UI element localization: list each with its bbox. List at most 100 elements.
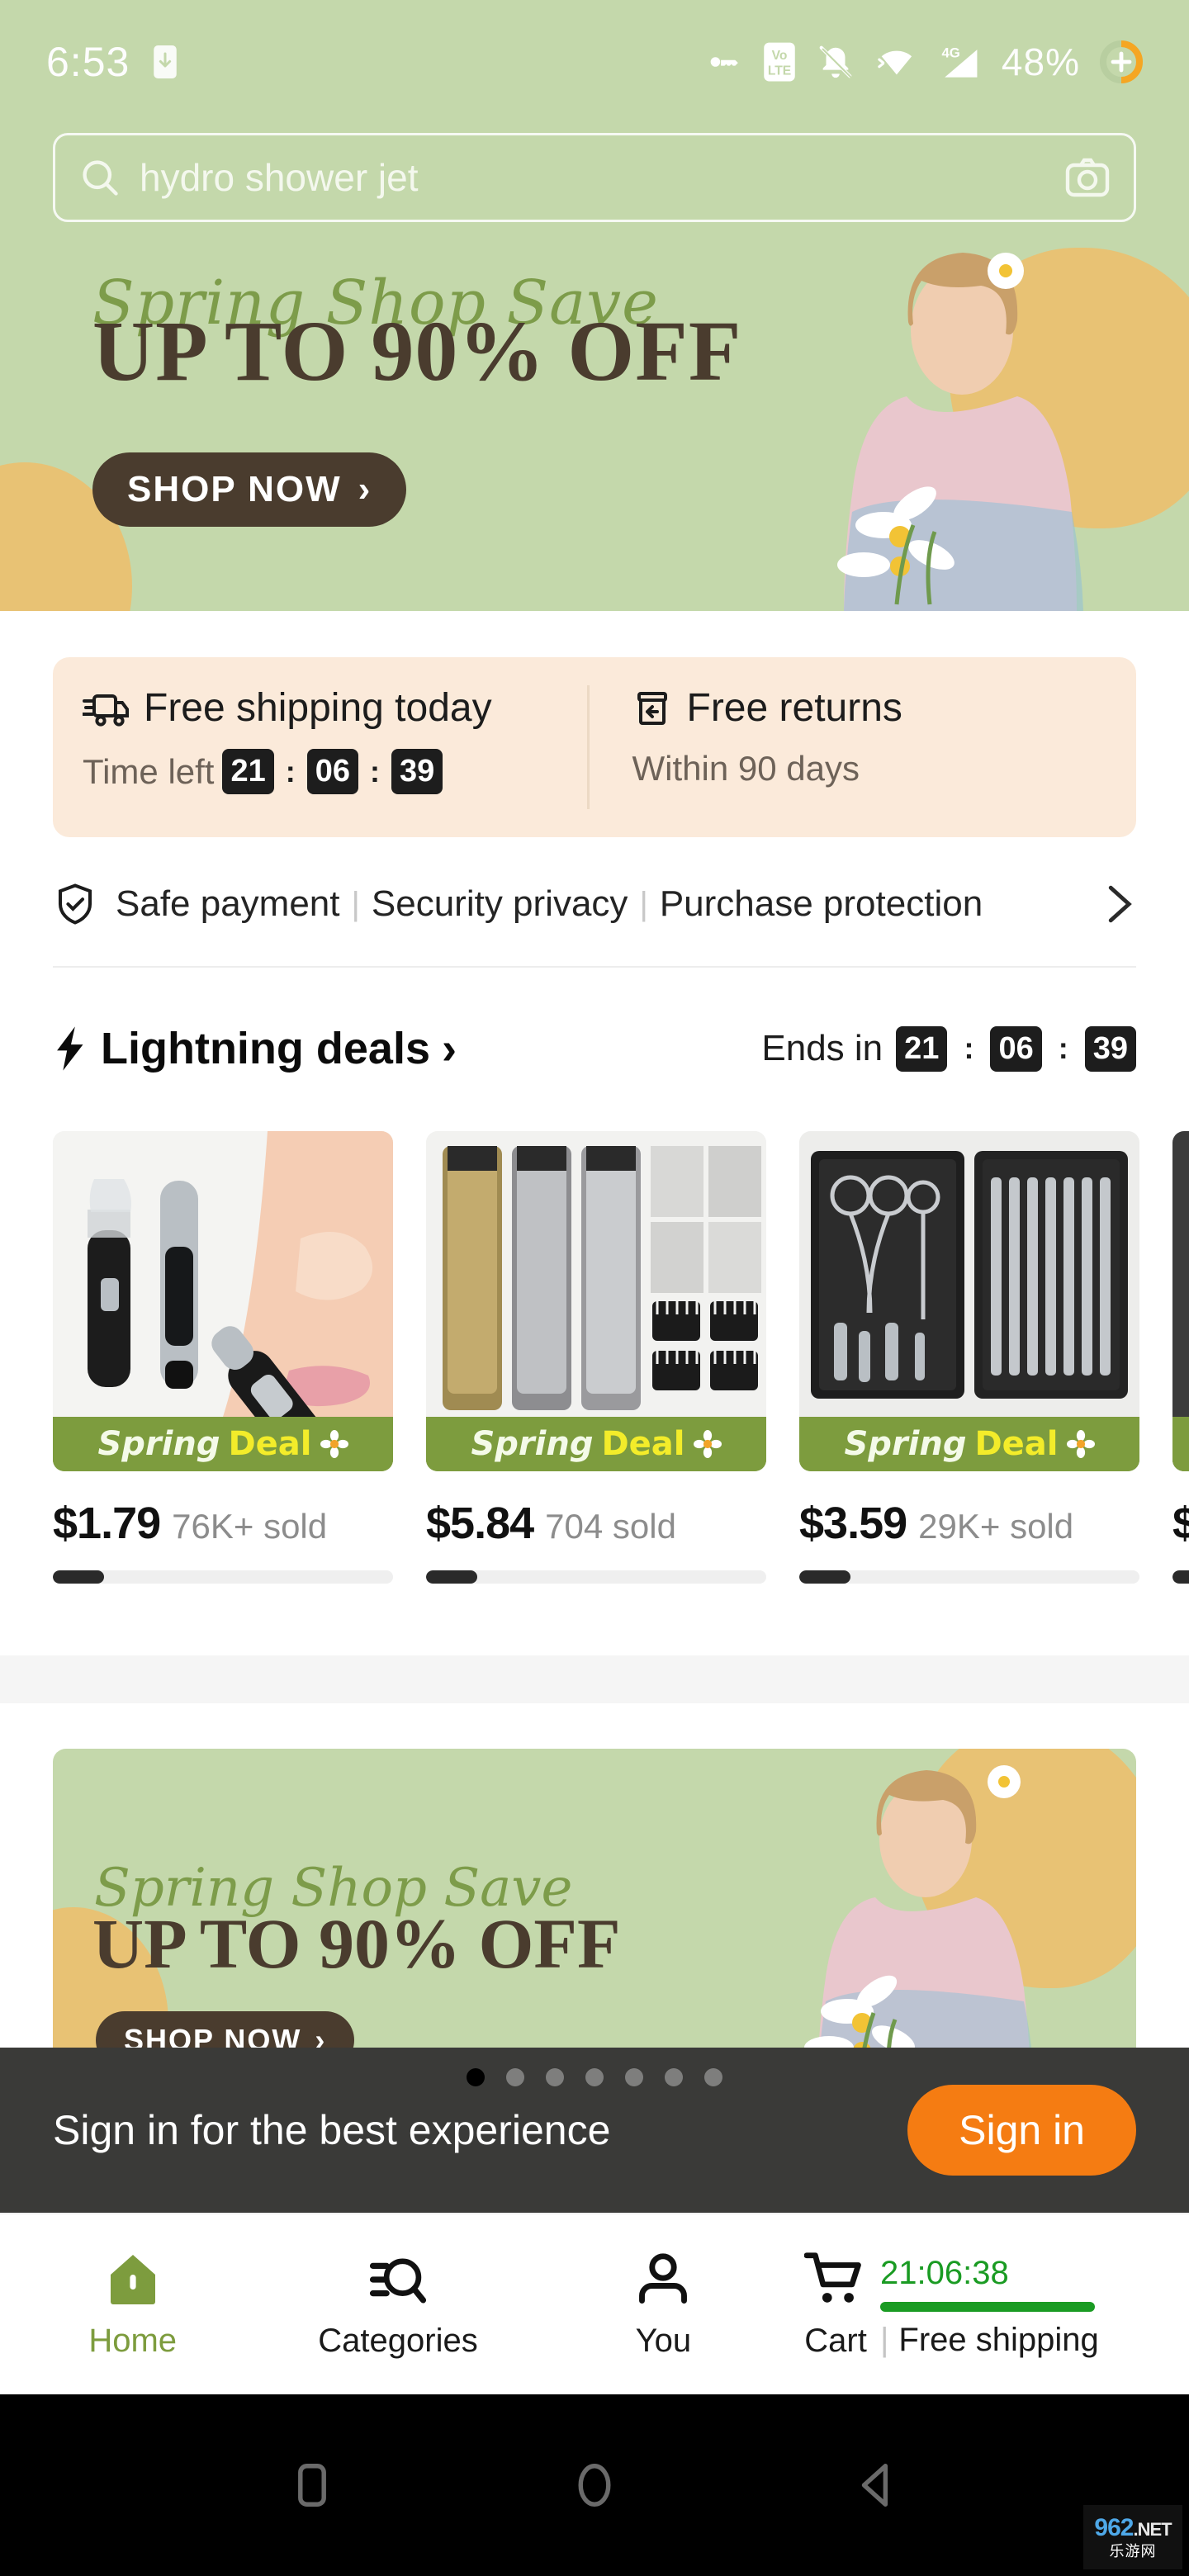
search-icon xyxy=(78,156,121,199)
carousel-dots[interactable] xyxy=(0,2068,1189,2086)
camera-icon[interactable] xyxy=(1064,157,1111,198)
product-stock-bar xyxy=(426,1570,766,1584)
promo-banner-secondary[interactable]: Spring Shop Save UP TO 90% OFF SHOP NOW … xyxy=(53,1749,1136,2089)
trust-item-security-privacy: Security privacy xyxy=(371,883,628,924)
trust-item-safe-payment: Safe payment xyxy=(116,883,340,924)
hero-shop-now-button[interactable]: SHOP NOW › xyxy=(92,452,407,527)
lightning-deals-countdown-group: Ends in 21 : 06 : 39 xyxy=(761,1025,1136,1072)
free-returns-title: Free returns xyxy=(686,686,902,730)
free-returns-column: Free returns Within 90 days xyxy=(590,657,1137,837)
sign-in-button[interactable]: Sign in xyxy=(907,2085,1136,2176)
wifi-icon xyxy=(874,43,916,81)
product-card[interactable]: Spring Deal $5.84 704 sold xyxy=(426,1131,766,1627)
nav-item-home[interactable]: Home xyxy=(0,2250,265,2360)
lightning-deals-title: Lightning deals xyxy=(101,1024,430,1073)
carousel-dot[interactable] xyxy=(467,2068,485,2086)
product-card[interactable]: Spring Deal $3.59 29K+ sold xyxy=(799,1131,1139,1627)
spring-deal-deal-text: Deal xyxy=(974,1425,1059,1463)
android-navigation-bar: 962.NET 乐游网 xyxy=(0,2394,1189,2576)
search-query-text: hydro shower jet xyxy=(140,156,419,199)
free-shipping-column: Free shipping today Time left 21 : 06 : … xyxy=(53,657,587,837)
shopping-cart-icon xyxy=(804,2250,867,2309)
carousel-dot[interactable] xyxy=(585,2068,604,2086)
spring-deal-badge: SpringDeal xyxy=(1172,1417,1189,1471)
nav-item-cart[interactable]: Cart 21:06:38 | Free shipping xyxy=(796,2250,1189,2360)
square-recents-icon[interactable] xyxy=(287,2460,338,2511)
carousel-dot[interactable] xyxy=(625,2068,643,2086)
product-image[interactable]: SpringDeal xyxy=(426,1131,766,1471)
daisy-icon xyxy=(320,1430,348,1458)
signal-4g-icon: 4G xyxy=(936,41,982,83)
ship-countdown-minutes: 06 xyxy=(306,749,359,794)
person-icon xyxy=(633,2250,693,2309)
nav-item-you[interactable]: You xyxy=(531,2250,796,2360)
return-box-icon xyxy=(632,689,672,728)
banner2-headline: UP TO 90% OFF xyxy=(92,1904,621,1983)
chevron-right-icon[interactable] xyxy=(1100,882,1136,926)
truck-icon xyxy=(83,689,129,727)
product-image[interactable]: SpringDeal xyxy=(799,1131,1139,1471)
product-stock-fill xyxy=(799,1570,850,1584)
trust-row[interactable]: Safe payment | Security privacy | Purcha… xyxy=(0,850,1189,958)
product-sold-count: 29K+ sold xyxy=(918,1507,1074,1546)
chevron-right-icon: › xyxy=(358,469,372,509)
nav-label-categories: Categories xyxy=(318,2322,478,2359)
product-card[interactable]: Spring Deal $1.79 76K+ sold xyxy=(53,1131,393,1627)
categories-search-icon xyxy=(368,2250,428,2309)
shipping-card[interactable]: Free shipping today Time left 21 : 06 : … xyxy=(53,657,1136,837)
download-phone-icon xyxy=(153,44,178,80)
carousel-dot[interactable] xyxy=(546,2068,564,2086)
svg-text:Vo: Vo xyxy=(772,49,788,63)
ship-countdown-seconds: 39 xyxy=(391,749,443,794)
ld-countdown-sep-1: : xyxy=(964,1031,974,1065)
status-time: 6:53 xyxy=(46,39,130,85)
battery-charging-icon xyxy=(1100,40,1143,83)
product-card[interactable]: SpringDeal $0 xyxy=(1172,1131,1189,1627)
nav-label-you: You xyxy=(635,2322,692,2359)
spring-deal-deal-text: Deal xyxy=(601,1425,685,1463)
carousel-dot[interactable] xyxy=(704,2068,722,2086)
lightning-deals-chevron-icon: › xyxy=(442,1024,457,1073)
ends-in-label: Ends in xyxy=(761,1028,883,1068)
lightning-deals-title-group[interactable]: Lightning deals › xyxy=(53,1023,457,1074)
cart-shipping-labels: | Free shipping xyxy=(880,2322,1099,2359)
product-price: $3.59 xyxy=(799,1499,907,1548)
cart-label-separator: | xyxy=(880,2321,889,2358)
svg-text:4G: 4G xyxy=(941,45,959,60)
battery-percent-label: 48% xyxy=(1001,40,1080,83)
lightning-deals-product-row[interactable]: Spring Deal $1.79 76K+ sold Spring Deal … xyxy=(53,1131,1189,1627)
daisy-icon xyxy=(1066,1430,1095,1458)
product-image[interactable]: SpringDeal xyxy=(53,1131,393,1471)
trust-item-purchase-protection: Purchase protection xyxy=(659,883,983,924)
carousel-dot[interactable] xyxy=(665,2068,683,2086)
trust-separator-2: | xyxy=(639,885,648,922)
volte-icon: Vo LTE xyxy=(762,41,797,83)
product-price-row: $1.79 76K+ sold xyxy=(53,1498,393,1549)
bottom-navigation: Home Categories You Cart 21:06:38 | Free… xyxy=(0,2213,1189,2394)
free-shipping-title: Free shipping today xyxy=(144,686,492,730)
product-price: $1.79 xyxy=(53,1499,161,1548)
section-divider xyxy=(53,966,1136,968)
hero-banner[interactable]: Spring Shop Save UP TO 90% OFF SHOP NOW … xyxy=(0,231,1189,611)
product-stock-bar xyxy=(799,1570,1139,1584)
hero-cta-label: SHOP NOW xyxy=(127,469,342,509)
hero-headline: UP TO 90% OFF xyxy=(92,304,742,399)
time-left-label: Time left xyxy=(83,751,215,791)
spring-deal-spring-text: Spring xyxy=(471,1425,594,1463)
product-price: $0 xyxy=(1172,1499,1189,1548)
product-sold-count: 76K+ sold xyxy=(172,1507,328,1546)
status-bar-right: Vo LTE 4G 48% xyxy=(704,40,1143,84)
nav-item-categories[interactable]: Categories xyxy=(265,2250,530,2360)
watermark-digits: 962 xyxy=(1094,2514,1134,2541)
product-image[interactable]: SpringDeal xyxy=(1172,1131,1189,1471)
banner2-model-image xyxy=(804,1765,1035,2089)
shipping-info-area: Free shipping today Time left 21 : 06 : … xyxy=(0,611,1189,850)
nav-label-home: Home xyxy=(88,2322,178,2359)
triangle-back-icon[interactable] xyxy=(851,2460,902,2511)
vpn-key-icon xyxy=(704,43,742,81)
search-input[interactable]: hydro shower jet xyxy=(53,133,1136,222)
carousel-dot[interactable] xyxy=(506,2068,524,2086)
section-gap xyxy=(0,1655,1189,1703)
circle-home-icon[interactable] xyxy=(569,2460,620,2511)
bell-muted-icon xyxy=(817,43,855,81)
